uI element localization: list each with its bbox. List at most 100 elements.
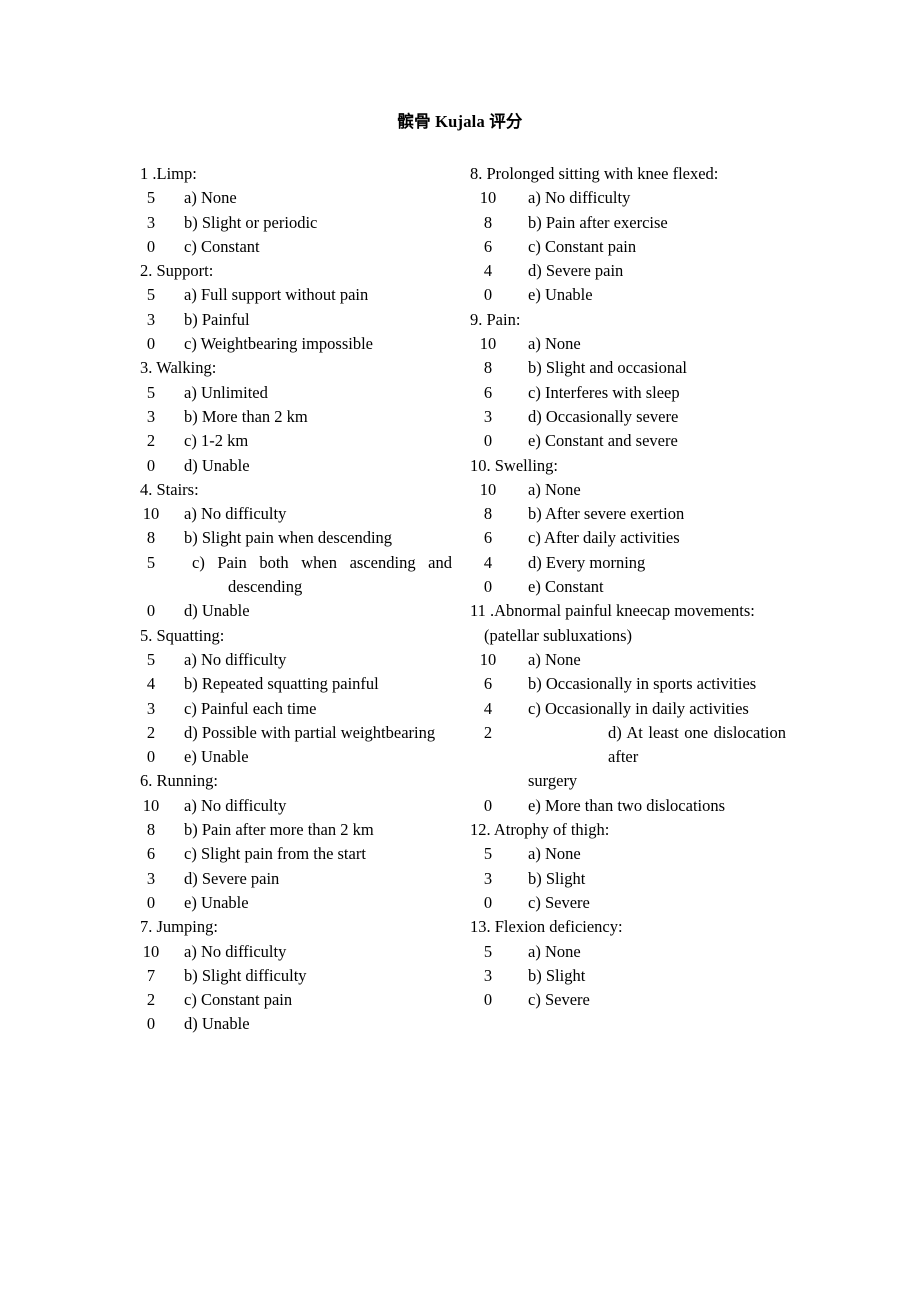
option-row[interactable]: 3 b) Slight — [470, 867, 786, 891]
question-item: 6. Running: 10 a) No difficulty 8 b) Pain af… — [140, 769, 452, 915]
option-label: c) Severe — [528, 892, 590, 912]
option-score: 2 — [146, 990, 156, 1010]
option-row[interactable]: 10 a) None — [470, 332, 786, 356]
option-score: 3 — [483, 965, 493, 985]
option-row[interactable]: 6 c) Slight pain from the start — [140, 842, 452, 866]
option-score: 0 — [146, 747, 156, 767]
option-score: 5 — [483, 941, 493, 961]
option-row[interactable]: 8 b) Pain after more than 2 km — [140, 818, 452, 842]
option-label: d) Unable — [184, 455, 250, 475]
option-row[interactable]: 5 a) None — [140, 186, 452, 210]
option-score: 3 — [146, 868, 156, 888]
option-label: c) Severe — [528, 990, 590, 1010]
option-label: e) More than two dislocations — [528, 795, 726, 815]
option-label: e) Unable — [528, 285, 593, 305]
option-row[interactable]: 2 d) At least one dislocation after surger… — [470, 721, 786, 794]
option-row[interactable]: 5 c) Pain both when ascending and descendi… — [140, 551, 452, 600]
question-heading: 10. Swelling: — [470, 455, 559, 475]
option-row[interactable]: 0 e) Constant — [470, 575, 786, 599]
option-row[interactable]: 4 d) Severe pain — [470, 259, 786, 283]
option-label-line-2: surgery — [528, 771, 578, 791]
option-row[interactable]: 0 e) Unable — [140, 891, 452, 915]
option-score: 10 — [479, 479, 497, 499]
option-list: 10 a) No difficulty 8 b) Pain after exercis… — [470, 186, 786, 307]
option-row[interactable]: 0 d) Unable — [140, 599, 452, 623]
option-row[interactable]: 0 d) Unable — [140, 454, 452, 478]
option-row[interactable]: 8 b) Slight and occasional — [470, 356, 786, 380]
option-score: 5 — [483, 844, 493, 864]
option-row[interactable]: 5 a) Full support without pain — [140, 283, 452, 307]
option-row[interactable]: 3 c) Painful each time — [140, 697, 452, 721]
option-row[interactable]: 6 c) After daily activities — [470, 526, 786, 550]
option-row[interactable]: 10 a) No difficulty — [140, 502, 452, 526]
question-item: 1 .Limp: 5 a) None 3 b) Slight or periodic 0 c… — [140, 162, 452, 259]
option-row[interactable]: 0 c) Weightbearing impossible — [140, 332, 452, 356]
option-label: e) Constant — [528, 577, 604, 597]
option-list: 10 a) No difficulty 7 b) Slight difficulty 2… — [140, 940, 452, 1037]
option-row[interactable]: 8 b) After severe exertion — [470, 502, 786, 526]
option-score: 5 — [146, 188, 156, 208]
option-label: d) Possible with partial weightbearing — [184, 722, 436, 742]
option-label: e) Unable — [184, 892, 249, 912]
option-row[interactable]: 4 c) Occasionally in daily activities — [470, 697, 786, 721]
option-row[interactable]: 6 b) Occasionally in sports activities — [470, 672, 786, 696]
option-row[interactable]: 2 c) 1-2 km — [140, 429, 452, 453]
option-label: c) Interferes with sleep — [528, 382, 680, 402]
option-row[interactable]: 2 d) Possible with partial weightbearing — [140, 721, 452, 745]
option-row[interactable]: 0 e) Constant and severe — [470, 429, 786, 453]
option-row[interactable]: 10 a) None — [470, 648, 786, 672]
option-row[interactable]: 10 a) No difficulty — [140, 940, 452, 964]
question-item: 13. Flexion deficiency: 5 a) None 3 b) Sligh… — [470, 915, 786, 1012]
question-item: 8. Prolonged sitting with knee flexed: 10… — [470, 162, 786, 308]
option-row[interactable]: 3 b) Slight or periodic — [140, 211, 452, 235]
option-score: 4 — [483, 261, 493, 281]
option-label: b) Slight pain when descending — [184, 528, 393, 548]
option-row[interactable]: 3 d) Occasionally severe — [470, 405, 786, 429]
option-row[interactable]: 2 c) Constant pain — [140, 988, 452, 1012]
option-row[interactable]: 0 e) Unable — [140, 745, 452, 769]
option-score: 5 — [146, 649, 156, 669]
option-row[interactable]: 0 e) More than two dislocations — [470, 794, 786, 818]
option-row[interactable]: 3 d) Severe pain — [140, 867, 452, 891]
option-list: 5 a) None 3 b) Slight or periodic 0 c) Consta… — [140, 186, 452, 259]
option-row[interactable]: 0 e) Unable — [470, 283, 786, 307]
option-row[interactable]: 5 a) None — [470, 940, 786, 964]
option-row[interactable]: 8 b) Slight pain when descending — [140, 526, 452, 550]
option-row[interactable]: 0 c) Severe — [470, 988, 786, 1012]
option-row[interactable]: 0 d) Unable — [140, 1012, 452, 1036]
option-row[interactable]: 0 c) Constant — [140, 235, 452, 259]
option-row[interactable]: 7 b) Slight difficulty — [140, 964, 452, 988]
option-row[interactable]: 10 a) None — [470, 478, 786, 502]
option-row[interactable]: 6 c) Interferes with sleep — [470, 381, 786, 405]
option-score: 10 — [479, 649, 497, 669]
option-score: 10 — [479, 334, 497, 354]
option-score: 4 — [483, 552, 493, 572]
option-row[interactable]: 6 c) Constant pain — [470, 235, 786, 259]
option-label: b) Slight difficulty — [184, 965, 307, 985]
option-row[interactable]: 10 a) No difficulty — [470, 186, 786, 210]
option-score: 8 — [483, 358, 493, 378]
option-label: d) Occasionally severe — [528, 406, 679, 426]
option-row[interactable]: 0 c) Severe — [470, 891, 786, 915]
option-row[interactable]: 5 a) No difficulty — [140, 648, 452, 672]
option-label: d) Unable — [184, 1014, 250, 1034]
option-row[interactable]: 4 d) Every morning — [470, 551, 786, 575]
option-list: 5 a) None 3 b) Slight 0 c) Severe — [470, 842, 786, 915]
option-row[interactable]: 5 a) Unlimited — [140, 381, 452, 405]
option-row[interactable]: 3 b) Painful — [140, 308, 452, 332]
option-label: b) Pain after exercise — [528, 212, 668, 232]
option-row[interactable]: 5 a) None — [470, 842, 786, 866]
option-label: b) Repeated squatting painful — [184, 674, 379, 694]
question-heading: 5. Squatting: — [140, 625, 225, 645]
question-heading: 12. Atrophy of thigh: — [470, 820, 610, 840]
option-row[interactable]: 8 b) Pain after exercise — [470, 211, 786, 235]
option-label: b) Slight and occasional — [528, 358, 688, 378]
option-list: 10 a) No difficulty 8 b) Slight pain when d… — [140, 502, 452, 623]
option-label: a) None — [528, 334, 581, 354]
option-score: 3 — [146, 698, 156, 718]
option-row[interactable]: 4 b) Repeated squatting painful — [140, 672, 452, 696]
option-row[interactable]: 10 a) No difficulty — [140, 794, 452, 818]
question-item: 9. Pain: 10 a) None 8 b) Slight and occasion… — [470, 308, 786, 454]
option-row[interactable]: 3 b) Slight — [470, 964, 786, 988]
option-row[interactable]: 3 b) More than 2 km — [140, 405, 452, 429]
